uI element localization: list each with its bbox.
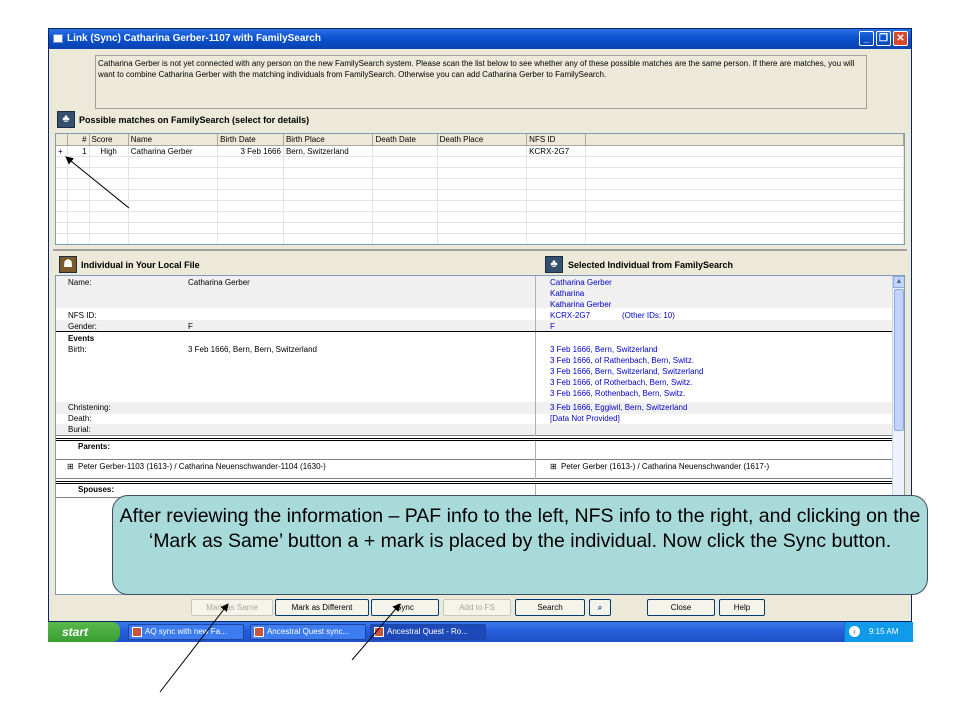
instruction-callout: After reviewing the information – PAF in… [112,495,928,595]
arrow-to-mark-as-same [159,603,229,693]
arrow-to-mark [65,156,130,209]
pointer-arrows [65,156,401,693]
arrow-to-sync [351,603,401,661]
